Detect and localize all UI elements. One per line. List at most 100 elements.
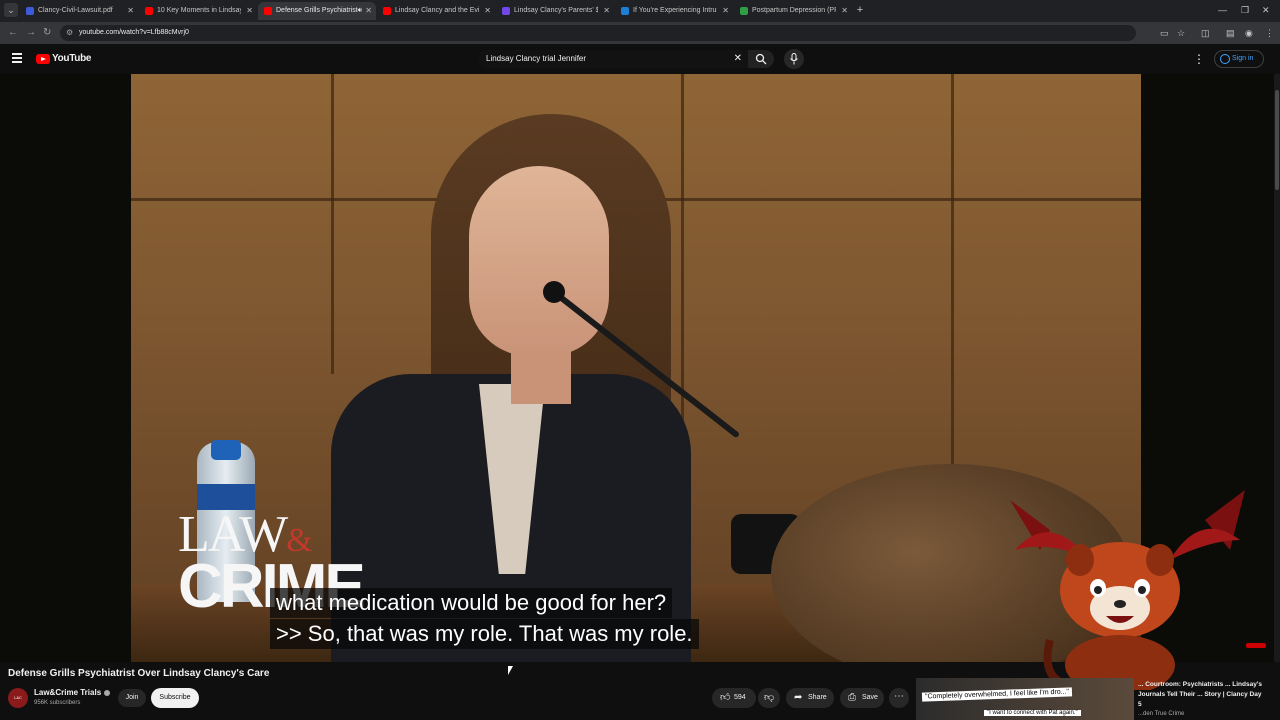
browser-tab[interactable]: Postpartum Depression (PPD): ✕	[734, 2, 852, 20]
red-panda-mascot-image	[1010, 490, 1245, 690]
share-icon: ➦	[794, 692, 803, 703]
browser-tab[interactable]: 10 Key Moments in Lindsay Cla ✕	[139, 2, 257, 20]
close-tab-icon[interactable]: ✕	[603, 2, 610, 20]
channel-avatar[interactable]: L&C	[8, 688, 28, 708]
thumbnail-quote-1: "Completely overwhelmed, I feel like I'm…	[921, 687, 1073, 702]
microphone-icon	[790, 53, 798, 65]
browser-tab[interactable]: Defense Grills Psychiatrist O 🔊︎ ✕	[258, 2, 376, 20]
browser-tab-strip: ⌄ Clancy-Civil-Lawsuit.pdf ✕ 10 Key Moment…	[0, 0, 1280, 22]
verified-icon	[104, 689, 111, 696]
search-icon	[755, 53, 767, 65]
video-title: Defense Grills Psychiatrist Over Lindsay…	[8, 668, 270, 679]
like-count: 594	[734, 694, 746, 701]
browser-tab[interactable]: Lindsay Clancy and the Evidenc ✕	[377, 2, 495, 20]
close-tab-icon[interactable]: ✕	[841, 2, 848, 20]
browser-tab-label: Lindsay Clancy's Parents' $1 M	[514, 7, 598, 14]
dislike-button[interactable]: 👎︎	[758, 688, 780, 708]
close-tab-icon[interactable]: ✕	[484, 2, 491, 20]
close-tab-icon[interactable]: ✕	[127, 2, 134, 20]
account-icon	[1220, 54, 1230, 64]
settings-more-icon[interactable]: ⋮	[1193, 52, 1205, 66]
minimize-icon[interactable]: —	[1218, 3, 1227, 17]
browser-tab-label: Clancy-Civil-Lawsuit.pdf	[38, 7, 113, 14]
witness-face	[469, 166, 609, 356]
close-tab-icon[interactable]: ✕	[722, 2, 729, 20]
pdf-icon	[26, 7, 34, 15]
browser-menu-icon[interactable]: ⋮	[1265, 27, 1274, 39]
share-label: Share	[808, 694, 827, 701]
recommended-title[interactable]: ... Courtroom: Psychiatrists ... Lindsay…	[1138, 680, 1266, 710]
bookmark-star-icon[interactable]: ☆	[1177, 27, 1185, 39]
browser-tab[interactable]: If You're Experiencing Intrusive ✕	[615, 2, 733, 20]
recommended-channel: ...den True Crime	[1138, 711, 1185, 717]
join-button[interactable]: Join	[118, 689, 146, 707]
microphone-head	[543, 281, 565, 303]
globe-icon	[621, 7, 629, 15]
reload-icon[interactable]: ↻	[43, 26, 51, 40]
voice-search-button[interactable]	[784, 49, 804, 69]
close-tab-icon[interactable]: ✕	[246, 2, 253, 20]
tab-search-icon[interactable]: ⌄	[4, 3, 18, 17]
restore-icon[interactable]: ❐	[1241, 3, 1249, 17]
like-button[interactable]: 👍︎ 594	[712, 688, 756, 708]
close-tab-icon[interactable]: ✕	[365, 2, 372, 20]
search-input-value: Lindsay Clancy trial Jennifer	[486, 54, 587, 63]
youtube-icon	[383, 7, 391, 15]
thumbs-up-icon: 👍︎	[720, 692, 731, 703]
clear-search-icon[interactable]: ✕	[734, 50, 742, 68]
more-actions-icon[interactable]: ⋯	[889, 688, 909, 708]
browser-tab[interactable]: Lindsay Clancy's Parents' $1 M ✕	[496, 2, 614, 20]
youtube-logo-icon[interactable]	[36, 54, 50, 64]
youtube-logo-text[interactable]: YouTube	[52, 53, 92, 64]
browser-tab-label: 10 Key Moments in Lindsay Cla	[157, 7, 241, 14]
search-input[interactable]: Lindsay Clancy trial Jennifer ✕	[478, 50, 748, 68]
youtube-icon	[145, 7, 153, 15]
site-icon	[740, 7, 748, 15]
new-tab-button[interactable]: +	[852, 2, 868, 18]
sidebar-icon[interactable]: ▤	[1226, 27, 1235, 39]
browser-tab-label: Defense Grills Psychiatrist O	[276, 7, 360, 14]
close-window-icon[interactable]: ✕	[1262, 3, 1270, 17]
water-bottle-cap	[211, 440, 241, 460]
sign-in-button[interactable]: Sign in	[1214, 50, 1264, 68]
youtube-icon	[264, 7, 272, 15]
browser-toolbar: ← → ↻ ⚙ youtube.com/watch?v=Lfb88cMvrj0 …	[0, 22, 1280, 44]
bookmark-icon: ⎙	[848, 692, 856, 703]
subscriber-count: 956K subscribers	[34, 700, 81, 706]
channel-name-text[interactable]: Law&Crime Trials	[34, 688, 101, 697]
save-button[interactable]: ⎙ Save	[840, 688, 884, 708]
channel-name[interactable]: Law&Crime Trials	[34, 688, 111, 697]
save-label: Save	[862, 694, 878, 701]
recommended-video[interactable]: "Completely overwhelmed, I feel like I'm…	[916, 676, 1266, 720]
back-icon[interactable]: ←	[8, 26, 18, 40]
share-button[interactable]: ➦ Share	[786, 688, 834, 708]
thumbnail-quote-2: "I want to connect with Pat again."	[984, 710, 1081, 716]
address-bar[interactable]: ⚙ youtube.com/watch?v=Lfb88cMvrj0	[60, 25, 1136, 41]
cast-icon[interactable]: ▭	[1160, 27, 1169, 39]
url-text: youtube.com/watch?v=Lfb88cMvrj0	[79, 29, 189, 36]
search-button[interactable]	[748, 50, 774, 68]
subscribe-button[interactable]: Subscribe	[151, 688, 199, 708]
mouse-cursor-icon	[508, 666, 516, 675]
thumbs-down-icon: 👎︎	[764, 692, 775, 703]
caption-line-2: >> So, that was my role. That was my rol…	[270, 619, 699, 649]
tab-audio-icon[interactable]: 🔊︎	[358, 2, 362, 20]
scrollbar-thumb[interactable]	[1275, 90, 1279, 190]
forward-icon[interactable]: →	[26, 26, 36, 40]
recommended-thumbnail[interactable]: "Completely overwhelmed, I feel like I'm…	[916, 678, 1134, 720]
browser-tab[interactable]: Clancy-Civil-Lawsuit.pdf ✕	[20, 2, 138, 20]
profile-icon[interactable]: ◉	[1245, 27, 1253, 39]
browser-tab-label: Postpartum Depression (PPD):	[752, 7, 836, 14]
extensions-icon[interactable]: ◫	[1201, 27, 1210, 39]
caption-line-1: what medication would be good for her?	[270, 588, 673, 618]
wall-panel-seam	[331, 74, 334, 374]
menu-icon[interactable]	[12, 53, 22, 63]
live-indicator	[1246, 643, 1266, 648]
page-scrollbar[interactable]	[1274, 74, 1280, 662]
pdf-icon	[502, 7, 510, 15]
sign-in-label: Sign in	[1232, 55, 1254, 62]
browser-tab-label: If You're Experiencing Intrusive	[633, 7, 717, 14]
browser-tab-label: Lindsay Clancy and the Evidenc	[395, 7, 479, 14]
site-info-icon[interactable]: ⚙	[66, 27, 73, 39]
youtube-header: YouTube Lindsay Clancy trial Jennifer ✕ …	[0, 44, 1280, 74]
